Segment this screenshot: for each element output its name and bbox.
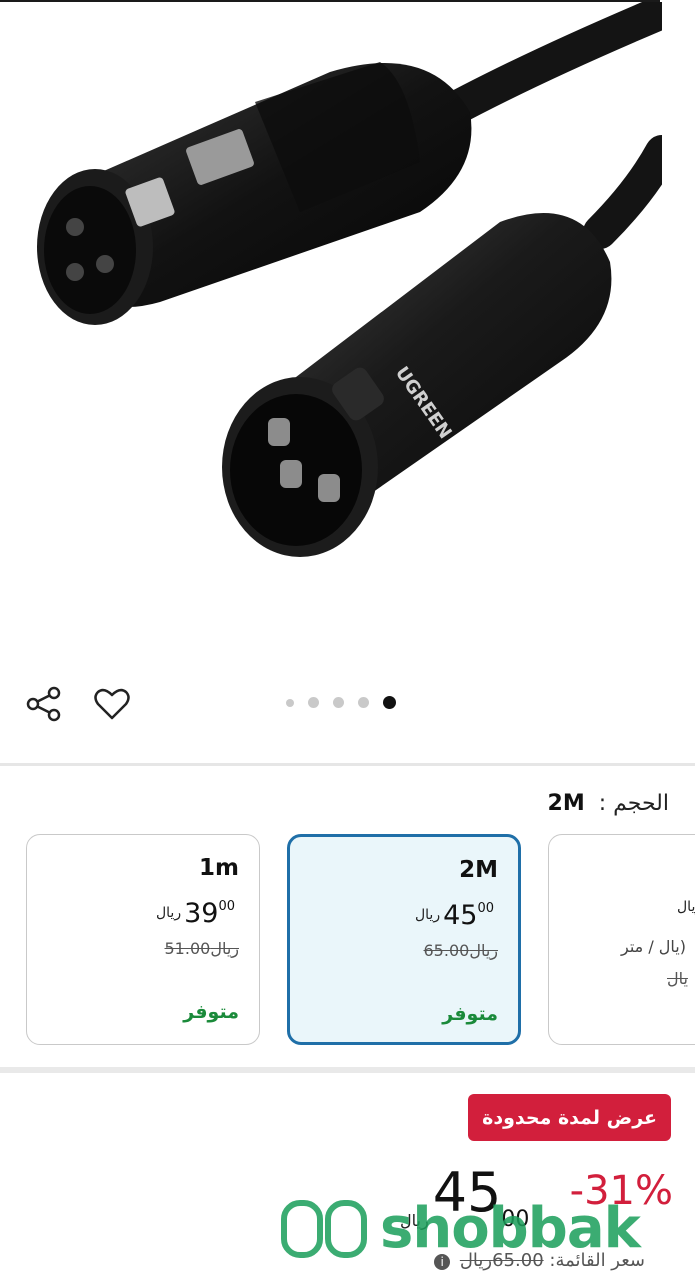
price-decimal: 00 <box>218 899 235 914</box>
price-integer: 45 <box>443 900 478 931</box>
gallery-pagination <box>286 696 396 709</box>
variant-card-1m[interactable]: 1m ريال 39 00 51.00ريال متوفر <box>26 834 260 1045</box>
wishlist-button[interactable] <box>92 684 132 724</box>
watermark-logo-icon <box>281 1199 367 1258</box>
variant-card-2m[interactable]: 2M ريال 45 00 65.00ريال متوفر <box>287 834 521 1045</box>
price-decimal: 00 <box>477 901 494 916</box>
gallery-dot[interactable] <box>308 697 319 708</box>
variant-name: 1m <box>199 855 239 881</box>
watermark-text: shobbak <box>380 1196 641 1261</box>
size-selector-header: الحجم : 2M <box>548 786 669 820</box>
gallery-dot[interactable] <box>333 697 344 708</box>
gallery-dot[interactable] <box>286 698 294 707</box>
variant-price: ريال 39 00 <box>156 899 235 929</box>
variant-stock-status: متوفر <box>442 1003 498 1025</box>
variant-unit-price: يال / متر) <box>621 937 686 956</box>
variant-old-price: يال <box>667 969 688 988</box>
variant-old-price: 65.00ريال <box>423 941 499 960</box>
watermark-logo: shobbak <box>280 1196 641 1261</box>
share-button[interactable] <box>24 684 64 724</box>
variant-price: ريال 45 00 <box>415 901 494 931</box>
share-icon <box>26 686 61 722</box>
variant-card-partial[interactable]: ريال يال / متر) يال <box>548 834 695 1045</box>
product-image[interactable]: UGREEN <box>0 2 662 612</box>
section-divider <box>0 763 695 766</box>
currency-label: ريال <box>155 905 182 921</box>
variant-currency: ريال <box>677 899 695 915</box>
gallery-dot[interactable] <box>358 697 369 708</box>
section-divider <box>0 1067 695 1073</box>
size-label: الحجم : <box>598 790 669 816</box>
size-selected-value: 2M <box>547 790 585 816</box>
variant-name: 2M <box>459 857 498 883</box>
variant-stock-status: متوفر <box>183 1001 239 1023</box>
price-integer: 39 <box>184 898 219 929</box>
limited-offer-badge: عرض لمدة محدودة <box>468 1094 671 1141</box>
variant-old-price: 51.00ريال <box>164 939 240 958</box>
gallery-dot-active[interactable] <box>383 696 396 709</box>
currency-label: ريال <box>414 907 441 923</box>
heart-icon <box>94 688 130 720</box>
